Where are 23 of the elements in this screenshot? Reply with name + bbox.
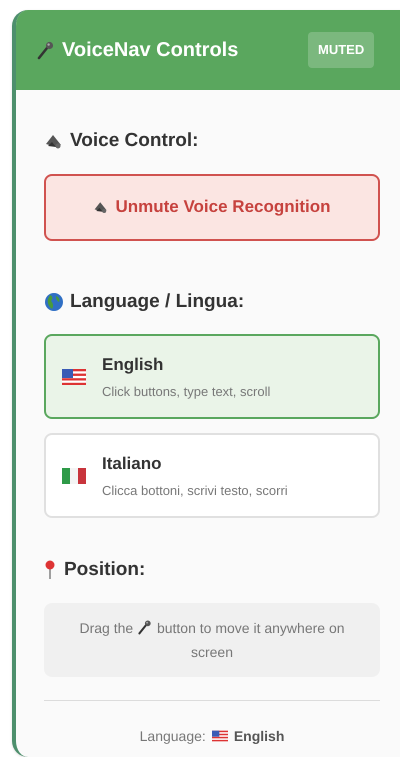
unmute-button[interactable]: Unmute Voice Recognition <box>44 174 380 240</box>
language-name: Italiano <box>102 453 163 475</box>
pin-icon <box>44 560 56 580</box>
language-option[interactable]: English Click buttons, type text, scroll <box>44 334 380 419</box>
footer-language: English <box>234 726 284 746</box>
flag-icon <box>62 368 86 384</box>
panel-title: VoiceNav Controls <box>62 38 238 63</box>
status-badge: MUTED <box>308 32 374 68</box>
section-heading: Language / Lingua: <box>70 290 244 314</box>
section-heading: Voice Control: <box>70 129 198 153</box>
flag-icon <box>62 468 86 484</box>
section-heading: Position: <box>64 558 146 582</box>
hint-text: button to move it anywhere on screen <box>156 620 345 660</box>
flag-icon <box>212 730 228 742</box>
globe-icon <box>44 292 64 312</box>
language-description: Clicca bottoni, scrivi testo, scorri <box>102 482 288 500</box>
hint-text: Drag the <box>79 620 134 636</box>
microphone-icon <box>36 40 56 60</box>
language-name: English <box>102 354 164 376</box>
microphone-icon <box>137 618 154 634</box>
language-description: Click buttons, type text, scroll <box>102 382 270 401</box>
language-option[interactable]: Italiano Clicca bottoni, scrivi testo, scorri <box>44 433 380 518</box>
footer-label: Language: <box>140 726 206 746</box>
